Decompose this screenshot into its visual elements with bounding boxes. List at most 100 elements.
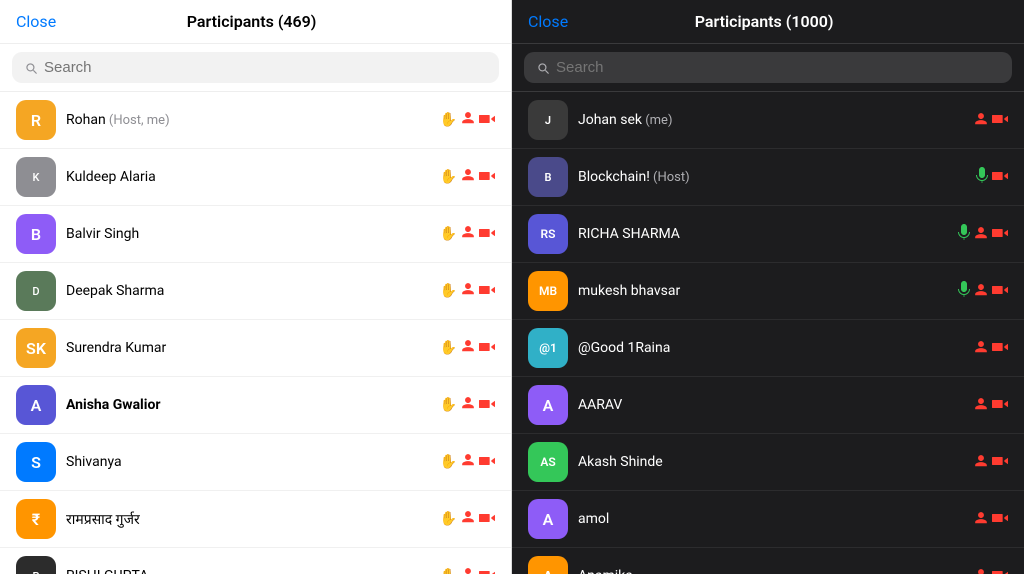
participant-icons: ✋ [440,396,495,415]
person-icon [461,225,475,243]
person-icon [461,567,475,574]
avatar: A [528,556,568,574]
search-icon [24,61,38,75]
cam-icon [992,567,1008,574]
avatar: A [528,499,568,539]
avatar: MB [528,271,568,311]
avatar: D [16,271,56,311]
left-panel: Close Participants (469) R Rohan (Host, m… [0,0,512,574]
list-item: AAARAV [512,377,1024,434]
hand-icon: ✋ [440,283,457,299]
participant-name: Johan sek (me) [578,112,964,128]
list-item: KKuldeep Alaria✋ [0,149,511,206]
list-item: ASAkash Shinde [512,434,1024,491]
participant-name: रामप्रसाद गुर्जर [66,510,430,529]
left-close-button[interactable]: Close [16,12,56,31]
person-icon [974,339,988,358]
person-icon [461,111,475,129]
list-item: R Rohan (Host, me) ✋ [0,92,511,149]
person-icon [974,282,988,301]
avatar: @1 [528,328,568,368]
cam-icon [479,111,495,130]
hand-icon: ✋ [440,511,457,527]
person-icon [974,111,988,130]
right-close-button[interactable]: Close [528,12,568,31]
participant-name: Anamika [578,568,964,574]
right-search-container [512,44,1024,92]
hand-icon: ✋ [440,226,457,242]
hand-icon: ✋ [440,340,457,356]
list-item: ₹ रामप्रसाद गुर्जर ✋ [0,491,511,548]
participant-icons [974,453,1008,472]
left-participants-list: RRohan (Host, me)✋KKuldeep Alaria✋BBalvi… [0,92,511,574]
person-icon [461,396,475,414]
participant-name: Shivanya [66,454,430,470]
cam-icon [479,510,495,529]
participant-icons [974,111,1008,130]
hand-icon: ✋ [440,454,457,470]
participant-name: Deepak Sharma [66,283,430,299]
avatar: AS [528,442,568,482]
avatar: R [16,556,56,574]
avatar: A [528,385,568,425]
list-item: A Anisha Gwalior ✋ [0,377,511,434]
avatar: RS [528,214,568,254]
person-icon [974,453,988,472]
list-item: @1@Good 1Raina [512,320,1024,377]
right-search-icon [536,61,550,75]
participant-icons [958,281,1008,301]
participant-icons: ✋ [440,282,495,301]
cam-icon [992,282,1008,301]
avatar: SK [16,328,56,368]
person-icon [461,168,475,186]
participant-name: Blockchain! (Host) [578,169,966,185]
participant-name: Rohan (Host, me) [66,112,430,128]
mic-icon [976,167,988,187]
left-header: Close Participants (469) [0,0,511,44]
person-icon [974,396,988,415]
participant-icons: ✋ [440,168,495,187]
hand-icon: ✋ [440,568,457,574]
cam-icon [992,510,1008,529]
mic-icon [958,281,970,301]
participant-icons [958,224,1008,244]
participant-icons [974,510,1008,529]
cam-icon [992,168,1008,187]
person-icon [461,510,475,528]
participant-icons: ✋ [440,339,495,358]
participant-name: Surendra Kumar [66,340,430,356]
participant-icons: ✋ [440,111,495,130]
person-icon [974,225,988,244]
avatar: ₹ [16,499,56,539]
left-search-input[interactable] [44,59,487,76]
avatar: A [16,385,56,425]
hand-icon: ✋ [440,112,457,128]
left-search-box [12,52,499,83]
participant-name: mukesh bhavsar [578,283,948,299]
avatar: B [16,214,56,254]
cam-icon [992,453,1008,472]
participant-icons: ✋ [440,567,495,574]
right-search-input[interactable] [556,59,1000,76]
list-item: SK Surendra Kumar ✋ [0,320,511,377]
cam-icon [479,396,495,415]
cam-icon [992,111,1008,130]
participant-icons: ✋ [440,225,495,244]
right-panel: Close Participants (1000) JJohan sek (me… [512,0,1024,574]
list-item: D Deepak Sharma ✋ [0,263,511,320]
list-item: A Anamika [512,548,1024,574]
participant-icons [974,339,1008,358]
participant-name: Anisha Gwalior [66,397,430,413]
list-item: JJohan sek (me) [512,92,1024,149]
avatar: S [16,442,56,482]
list-item: BBlockchain! (Host) [512,149,1024,206]
left-title: Participants (469) [187,12,317,31]
avatar: R [16,100,56,140]
participant-name: RISHI GUPTA [66,568,430,574]
person-icon [974,567,988,574]
list-item: S Shivanya ✋ [0,434,511,491]
list-item: Aamol [512,491,1024,548]
participant-name: RICHA SHARMA [578,226,948,242]
cam-icon [479,339,495,358]
list-item: BBalvir Singh✋ [0,206,511,263]
